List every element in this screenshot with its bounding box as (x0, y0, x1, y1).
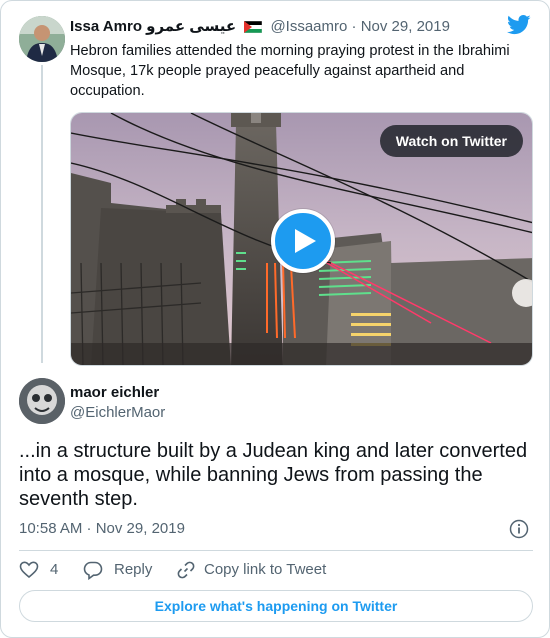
divider (19, 550, 533, 551)
parent-tweet-text: Hebron families attended the morning pra… (70, 43, 510, 99)
heart-icon (19, 561, 39, 579)
parent-date[interactable]: Nov 29, 2019 (361, 18, 450, 35)
separator-dot: · (351, 18, 357, 35)
main-author-name[interactable]: maor eichler (70, 384, 159, 402)
reply-icon (83, 561, 103, 580)
watch-on-twitter-button[interactable]: Watch on Twitter (379, 125, 523, 157)
main-tweet-text: ...in a structure built by a Judean king… (19, 440, 528, 510)
palestine-flag-icon (244, 21, 263, 33)
explore-twitter-button[interactable]: Explore what's happening on Twitter (19, 590, 533, 622)
thread-connector-line (41, 65, 43, 363)
main-avatar[interactable] (19, 378, 65, 424)
link-icon (177, 561, 195, 579)
parent-handle[interactable]: @Issaamro (270, 18, 347, 35)
parent-author-name[interactable]: Issa Amro (70, 18, 142, 35)
tweet-embed-card: Issa Amro عيسى عمرو @Issaamro · Nov 29, … (0, 0, 550, 638)
play-icon (295, 229, 316, 253)
play-button[interactable] (271, 209, 335, 273)
info-icon[interactable] (509, 519, 529, 539)
copy-link-action[interactable]: Copy link to Tweet (176, 559, 336, 581)
twitter-bird-icon[interactable] (507, 15, 531, 35)
parent-author-name-arabic[interactable]: عيسى عمرو (146, 18, 236, 35)
reply-label: Reply (114, 561, 153, 578)
reply-action[interactable]: Reply (83, 559, 173, 581)
like-action[interactable]: 4 (19, 559, 69, 581)
parent-header: Issa Amro عيسى عمرو @Issaamro · Nov 29, … (70, 17, 450, 37)
main-author-handle[interactable]: @EichlerMaor (70, 404, 165, 422)
like-count: 4 (50, 561, 59, 578)
tweet-timestamp[interactable]: 10:58 AM · Nov 29, 2019 (19, 519, 185, 539)
copy-link-label: Copy link to Tweet (204, 561, 327, 578)
video-thumbnail[interactable]: Watch on Twitter (70, 112, 533, 366)
parent-avatar[interactable] (19, 16, 65, 62)
